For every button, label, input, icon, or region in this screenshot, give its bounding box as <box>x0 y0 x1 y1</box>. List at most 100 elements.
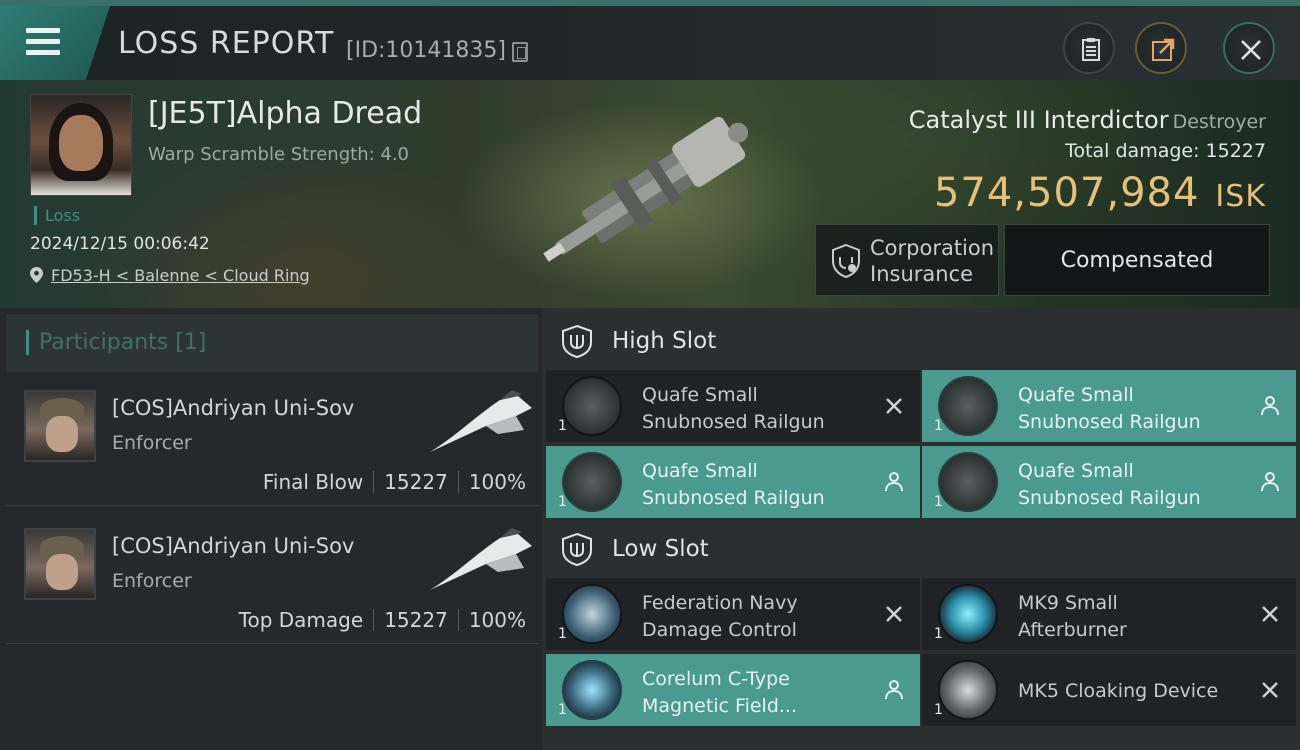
module-slot[interactable]: 1 Quafe Small Snubnosed Railgun <box>922 370 1296 442</box>
railgun-icon <box>938 452 998 512</box>
magnetic-field-icon <box>562 660 622 720</box>
hamburger-icon <box>26 28 60 56</box>
share-icon <box>1152 38 1175 61</box>
participant-avatar[interactable] <box>24 390 96 462</box>
enforcer-ship-icon <box>430 528 532 590</box>
module-quantity: 1 <box>558 702 567 718</box>
participant-damage: 15227 <box>384 608 448 632</box>
ship-type: Catalyst III Interdictor <box>908 106 1169 134</box>
module-quantity: 1 <box>934 418 943 434</box>
destroyed-icon <box>886 606 902 622</box>
insurance-label-line2: Insurance <box>870 262 974 286</box>
participant-percent: 100% <box>468 608 526 632</box>
low-slot-label: Low Slot <box>612 536 709 562</box>
ship-class: Destroyer <box>1172 111 1266 133</box>
total-damage-value: 15227 <box>1205 140 1266 162</box>
destroyed-icon <box>1262 682 1278 698</box>
high-slot-icon <box>562 324 592 358</box>
module-quantity: 1 <box>934 494 943 510</box>
high-slot-header: High Slot <box>546 312 1298 370</box>
module-slot[interactable]: 1 Quafe Small Snubnosed Railgun <box>922 446 1296 518</box>
clipboard-icon <box>1082 38 1100 61</box>
participants-header[interactable]: Participants [1] <box>6 314 538 372</box>
destroyed-icon <box>1262 606 1278 622</box>
module-slot[interactable]: 1 Federation Navy Damage Control <box>546 578 920 650</box>
participants-label: Participants [1] <box>26 330 206 355</box>
loss-status-badge: Loss <box>34 206 80 225</box>
low-slot-icon <box>562 532 592 566</box>
dropped-person-icon <box>885 680 903 700</box>
dropped-person-icon <box>1261 472 1279 492</box>
module-quantity: 1 <box>934 626 943 642</box>
fitting-panel: High Slot 1 Quafe Small Snubnosed Railgun… <box>542 308 1300 750</box>
module-name: Quafe Small Snubnosed Railgun <box>1018 384 1201 433</box>
participant-damage: 15227 <box>384 470 448 494</box>
high-slot-label: High Slot <box>612 328 717 354</box>
participant-percent: 100% <box>468 470 526 494</box>
isk-unit: ISK <box>1215 179 1266 214</box>
module-name: Corelum C-Type Magnetic Field... <box>642 668 798 717</box>
page-title: LOSS REPORT <box>118 26 335 61</box>
location-link[interactable]: FD53-H < Balenne < Cloud Ring <box>30 266 310 285</box>
total-damage: Total damage: 15227 <box>1065 140 1266 162</box>
module-slot[interactable]: 1 MK9 Small Afterburner <box>922 578 1296 650</box>
ship-name[interactable]: Catalyst III Interdictor Destroyer <box>909 106 1266 134</box>
railgun-icon <box>562 376 622 436</box>
module-name: Quafe Small Snubnosed Railgun <box>642 460 825 509</box>
railgun-icon <box>938 376 998 436</box>
module-slot[interactable]: 1 Quafe Small Snubnosed Railgun <box>546 446 920 518</box>
module-name: Quafe Small Snubnosed Railgun <box>642 384 825 433</box>
enforcer-ship-icon <box>430 390 532 452</box>
participant-row[interactable]: [COS]Andriyan Uni-Sov Enforcer Final Blo… <box>6 372 538 506</box>
menu-button[interactable] <box>0 6 110 80</box>
module-quantity: 1 <box>558 418 567 434</box>
loss-timestamp: 2024/12/15 00:06:42 <box>30 234 210 254</box>
module-quantity: 1 <box>934 702 943 718</box>
afterburner-icon <box>938 584 998 644</box>
participant-ship: Enforcer <box>112 570 192 592</box>
cloaking-device-icon <box>938 660 998 720</box>
participant-row[interactable]: [COS]Andriyan Uni-Sov Enforcer Top Damag… <box>6 510 538 644</box>
module-quantity: 1 <box>558 494 567 510</box>
victim-avatar[interactable] <box>30 94 132 196</box>
clipboard-button[interactable] <box>1063 22 1115 74</box>
participant-name: [COS]Andriyan Uni-Sov <box>112 396 355 420</box>
dropped-person-icon <box>1261 396 1279 416</box>
module-name: Quafe Small Snubnosed Railgun <box>1018 460 1201 509</box>
insurance-shield-icon <box>832 243 860 279</box>
participant-name: [COS]Andriyan Uni-Sov <box>112 534 355 558</box>
module-name: Federation Navy Damage Control <box>642 592 798 641</box>
module-slot[interactable]: 1 Corelum C-Type Magnetic Field... <box>546 654 920 726</box>
damage-control-icon <box>562 584 622 644</box>
location-pin-icon <box>30 267 43 283</box>
participant-avatar[interactable] <box>24 528 96 600</box>
module-name: MK5 Cloaking Device <box>1018 680 1219 702</box>
report-id: [ID:10141835] <box>346 38 506 63</box>
railgun-icon <box>562 452 622 512</box>
isk-amount: 574,507,984 <box>933 170 1200 216</box>
insurance-label: Corporation Insurance <box>870 235 994 287</box>
total-damage-label: Total damage: <box>1065 140 1200 162</box>
location-text[interactable]: FD53-H < Balenne < Cloud Ring <box>51 266 310 285</box>
low-slot-header: Low Slot <box>546 520 1298 578</box>
top-bar: LOSS REPORT [ID:10141835] <box>0 0 1300 80</box>
participant-stats: Top Damage 15227 100% <box>239 608 526 632</box>
victim-stat: Warp Scramble Strength: 4.0 <box>148 144 410 165</box>
copy-icon[interactable] <box>512 42 528 62</box>
share-button[interactable] <box>1135 22 1187 74</box>
module-slot[interactable]: 1 MK5 Cloaking Device <box>922 654 1296 726</box>
dropped-person-icon <box>885 472 903 492</box>
isk-value: 574,507,984 ISK <box>934 170 1266 216</box>
loss-summary: [JE5T]Alpha Dread Warp Scramble Strength… <box>0 80 1300 308</box>
insurance-label-line1: Corporation <box>870 236 995 260</box>
victim-name[interactable]: [JE5T]Alpha Dread <box>148 96 422 131</box>
module-name: MK9 Small Afterburner <box>1018 592 1127 641</box>
corporation-insurance-button[interactable]: Corporation Insurance <box>815 224 999 296</box>
participants-panel: Participants [1] [COS]Andriyan Uni-Sov E… <box>0 308 542 750</box>
close-button[interactable] <box>1223 22 1275 74</box>
close-icon <box>1241 40 1261 60</box>
module-slot[interactable]: 1 Quafe Small Snubnosed Railgun <box>546 370 920 442</box>
module-quantity: 1 <box>558 626 567 642</box>
compensated-button[interactable]: Compensated <box>1004 224 1270 296</box>
ship-image <box>543 116 749 262</box>
